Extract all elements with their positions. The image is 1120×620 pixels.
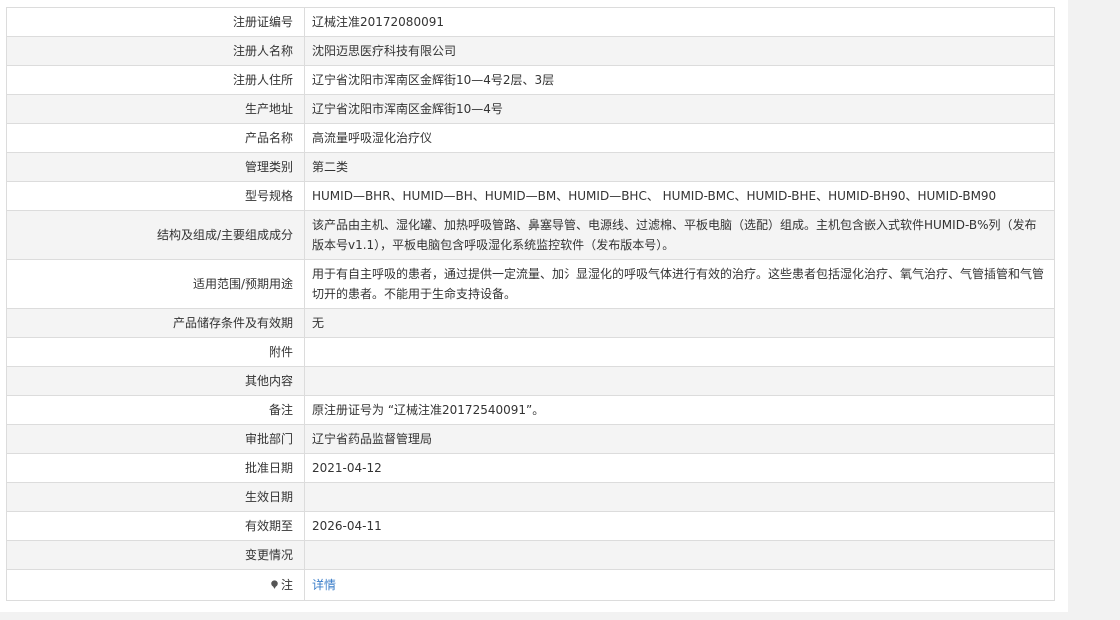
table-row-approval-department: 审批部门 辽宁省药品监督管理局 — [6, 424, 1055, 454]
row-label: 注册人名称 — [6, 36, 305, 66]
table-row-change-status: 变更情况 — [6, 540, 1055, 570]
row-label: 批准日期 — [6, 453, 305, 483]
note-label-cell: 注 — [6, 569, 305, 601]
row-label: 其他内容 — [6, 366, 305, 396]
row-label: 注册证编号 — [6, 7, 305, 37]
row-label: 产品名称 — [6, 123, 305, 153]
row-value: 2026-04-11 — [304, 511, 1055, 541]
note-label: 注 — [270, 575, 293, 595]
row-value: 原注册证号为 “辽械注准20172540091”。 — [304, 395, 1055, 425]
row-value — [304, 540, 1055, 570]
row-value: 2021-04-12 — [304, 453, 1055, 483]
row-label: 适用范围/预期用途 — [6, 259, 305, 309]
note-label-text: 注 — [280, 577, 293, 592]
row-label: 管理类别 — [6, 152, 305, 182]
row-label: 有效期至 — [6, 511, 305, 541]
row-label: 型号规格 — [6, 181, 305, 211]
table-row-management-category: 管理类别 第二类 — [6, 152, 1055, 182]
table-row-product-name: 产品名称 高流量呼吸湿化治疗仪 — [6, 123, 1055, 153]
table-row-effective-date: 生效日期 — [6, 482, 1055, 512]
row-value: 该产品由主机、湿化罐、加热呼吸管路、鼻塞导管、电源线、过滤棉、平板电脑（选配）组… — [304, 210, 1055, 260]
note-value-cell: 详情 — [304, 569, 1055, 601]
row-value: 辽宁省沈阳市浑南区金辉街10—4号 — [304, 94, 1055, 124]
row-value — [304, 482, 1055, 512]
row-value: 辽宁省沈阳市浑南区金辉街10—4号2层、3层 — [304, 65, 1055, 95]
table-row-attachment: 附件 — [6, 337, 1055, 367]
table-row-remarks: 备注 原注册证号为 “辽械注准20172540091”。 — [6, 395, 1055, 425]
table-row-model-spec: 型号规格 HUMID—BHR、HUMID—BH、HUMID—BM、HUMID—B… — [6, 181, 1055, 211]
row-label: 生产地址 — [6, 94, 305, 124]
table-row-intended-use: 适用范围/预期用途 用于有自主呼吸的患者，通过提供一定流量、加氵显湿化的呼吸气体… — [6, 259, 1055, 309]
row-label: 注册人住所 — [6, 65, 305, 95]
table-row-registration-number: 注册证编号 辽械注准20172080091 — [6, 7, 1055, 37]
row-label: 审批部门 — [6, 424, 305, 454]
table-row-structure-composition: 结构及组成/主要组成成分 该产品由主机、湿化罐、加热呼吸管路、鼻塞导管、电源线、… — [6, 210, 1055, 260]
row-value: 沈阳迈思医疗科技有限公司 — [304, 36, 1055, 66]
table-row-valid-until: 有效期至 2026-04-11 — [6, 511, 1055, 541]
row-value: 高流量呼吸湿化治疗仪 — [304, 123, 1055, 153]
row-value — [304, 366, 1055, 396]
registration-detail-table: 注册证编号 辽械注准20172080091 注册人名称 沈阳迈思医疗科技有限公司… — [6, 7, 1055, 601]
row-label: 备注 — [6, 395, 305, 425]
row-label: 变更情况 — [6, 540, 305, 570]
row-label: 产品储存条件及有效期 — [6, 308, 305, 338]
row-value: 第二类 — [304, 152, 1055, 182]
table-row-approval-date: 批准日期 2021-04-12 — [6, 453, 1055, 483]
detail-page: 注册证编号 辽械注准20172080091 注册人名称 沈阳迈思医疗科技有限公司… — [0, 0, 1068, 612]
table-row-storage-validity: 产品储存条件及有效期 无 — [6, 308, 1055, 338]
row-value: 用于有自主呼吸的患者，通过提供一定流量、加氵显湿化的呼吸气体进行有效的治疗。这些… — [304, 259, 1055, 309]
table-row-production-address: 生产地址 辽宁省沈阳市浑南区金辉街10—4号 — [6, 94, 1055, 124]
row-value: 无 — [304, 308, 1055, 338]
pin-icon — [271, 580, 278, 590]
table-row-note: 注 详情 — [6, 569, 1055, 601]
row-value: 辽宁省药品监督管理局 — [304, 424, 1055, 454]
row-label: 生效日期 — [6, 482, 305, 512]
row-label: 附件 — [6, 337, 305, 367]
table-row-registrant-address: 注册人住所 辽宁省沈阳市浑南区金辉街10—4号2层、3层 — [6, 65, 1055, 95]
table-row-other-content: 其他内容 — [6, 366, 1055, 396]
table-row-registrant-name: 注册人名称 沈阳迈思医疗科技有限公司 — [6, 36, 1055, 66]
detail-link[interactable]: 详情 — [312, 578, 336, 592]
row-value: HUMID—BHR、HUMID—BH、HUMID—BM、HUMID—BHC、 H… — [304, 181, 1055, 211]
row-value: 辽械注准20172080091 — [304, 7, 1055, 37]
row-value — [304, 337, 1055, 367]
row-label: 结构及组成/主要组成成分 — [6, 210, 305, 260]
